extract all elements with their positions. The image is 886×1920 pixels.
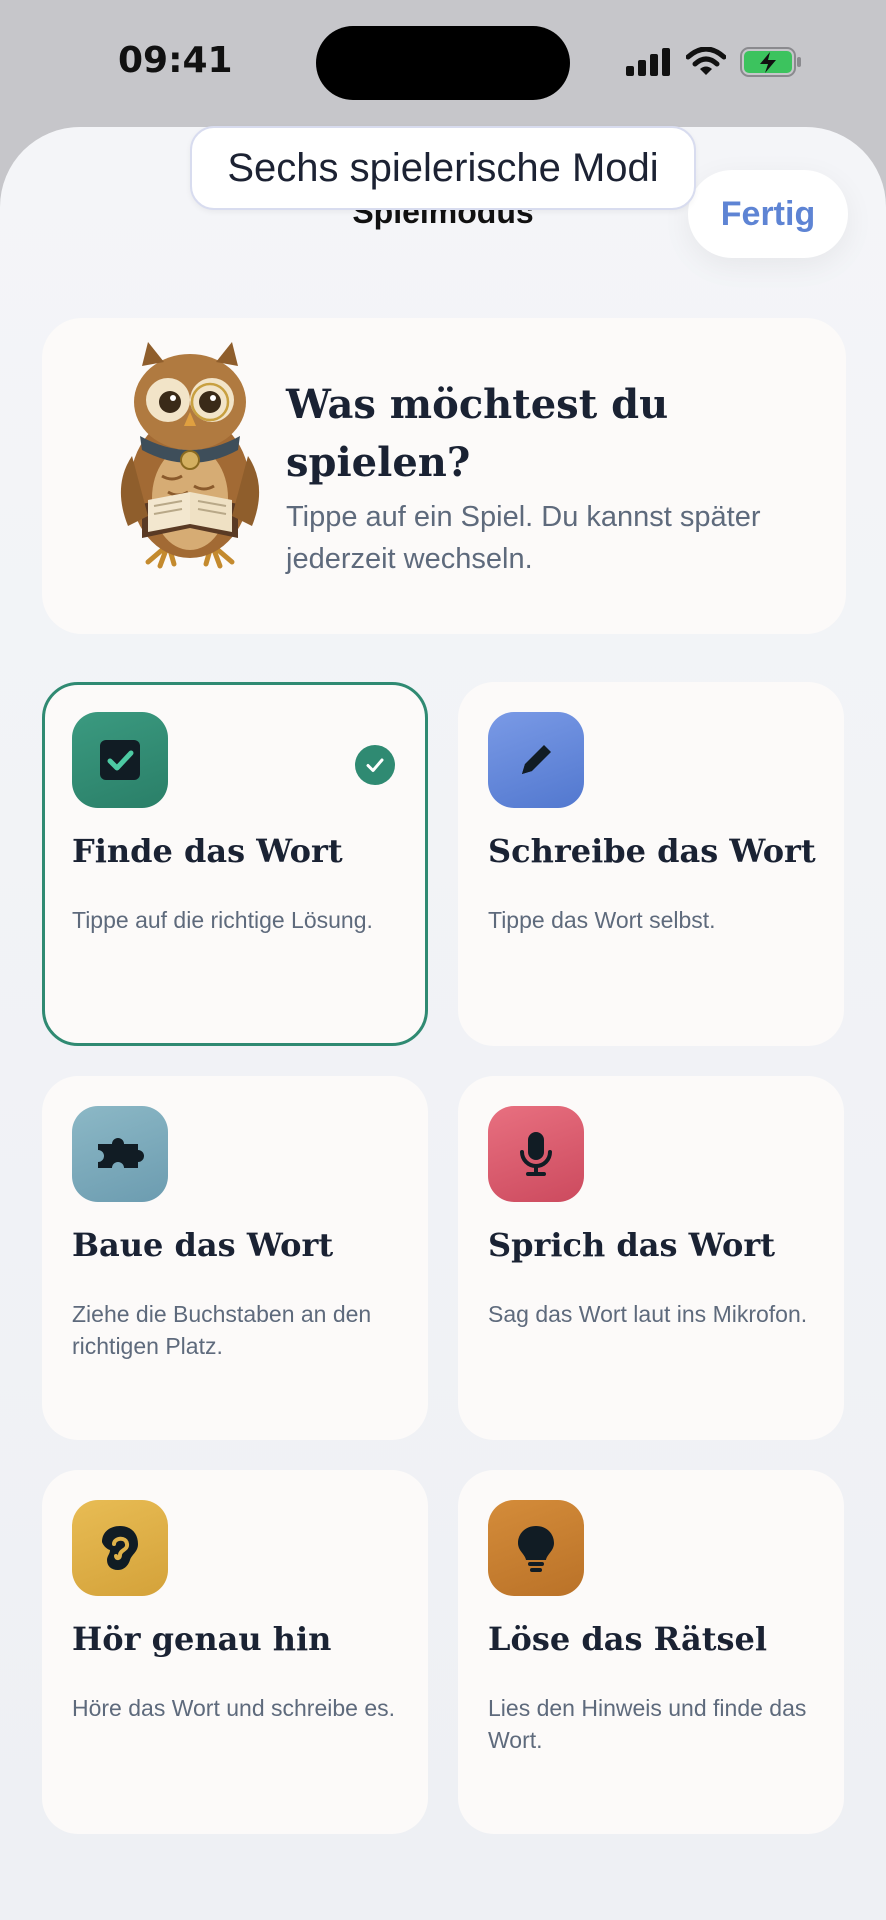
hero-subtitle: Tippe auf ein Spiel. Du kannst später je…: [286, 501, 761, 575]
mode-card-finde-das-wort[interactable]: Finde das Wort Tippe auf die richtige Lö…: [42, 682, 428, 1046]
pencil-icon: [488, 712, 584, 808]
mode-card-baue-das-wort[interactable]: Baue das Wort Ziehe die Buchstaben an de…: [42, 1076, 428, 1440]
mode-card-loese-das-raetsel[interactable]: Löse das Rätsel Lies den Hinweis und fin…: [458, 1470, 844, 1834]
dynamic-island: [316, 26, 570, 100]
microphone-icon: [488, 1106, 584, 1202]
mode-card-sprich-das-wort[interactable]: Sprich das Wort Sag das Wort laut ins Mi…: [458, 1076, 844, 1440]
mode-description: Tippe auf die richtige Lösung.: [72, 907, 373, 933]
checkbox-icon: [72, 712, 168, 808]
owl-mascot-icon: [120, 342, 260, 569]
status-bar: 09:41: [0, 0, 886, 130]
lightbulb-icon: [488, 1500, 584, 1596]
ear-icon: [72, 1500, 168, 1596]
mode-title: Finde das Wort: [72, 832, 343, 870]
mode-card-schreibe-das-wort[interactable]: Schreibe das Wort Tippe das Wort selbst.: [458, 682, 844, 1046]
mode-title: Löse das Rätsel: [488, 1620, 767, 1658]
status-icons: [626, 44, 802, 80]
cellular-signal-icon: [626, 48, 670, 76]
mode-description: Tippe das Wort selbst.: [488, 907, 716, 933]
mode-description: Höre das Wort und schreibe es.: [72, 1695, 396, 1721]
hero-card: Was möchtest du spielen? Tippe auf ein S…: [42, 318, 846, 634]
mode-title: Sprich das Wort: [488, 1226, 775, 1264]
tooltip-label: Sechs spielerische Modi: [190, 126, 696, 210]
hero-title: Was möchtest du spielen?: [286, 381, 669, 486]
mode-title: Baue das Wort: [72, 1226, 334, 1264]
mode-description: Ziehe die Buchstaben an den richtigen Pl…: [72, 1301, 372, 1359]
mode-description: Sag das Wort laut ins Mikrofon.: [488, 1301, 808, 1327]
wifi-icon: [686, 47, 726, 75]
mode-title: Hör genau hin: [72, 1620, 332, 1658]
puzzle-icon: [72, 1106, 168, 1202]
mode-title: Schreibe das Wort: [488, 832, 816, 870]
selected-check-icon: [355, 745, 395, 785]
mode-card-hoer-genau-hin[interactable]: Hör genau hin Höre das Wort und schreibe…: [42, 1470, 428, 1834]
battery-charging-icon: [740, 47, 801, 77]
status-time: 09:41: [118, 40, 233, 81]
mode-description: Lies den Hinweis und finde das Wort.: [488, 1695, 807, 1753]
